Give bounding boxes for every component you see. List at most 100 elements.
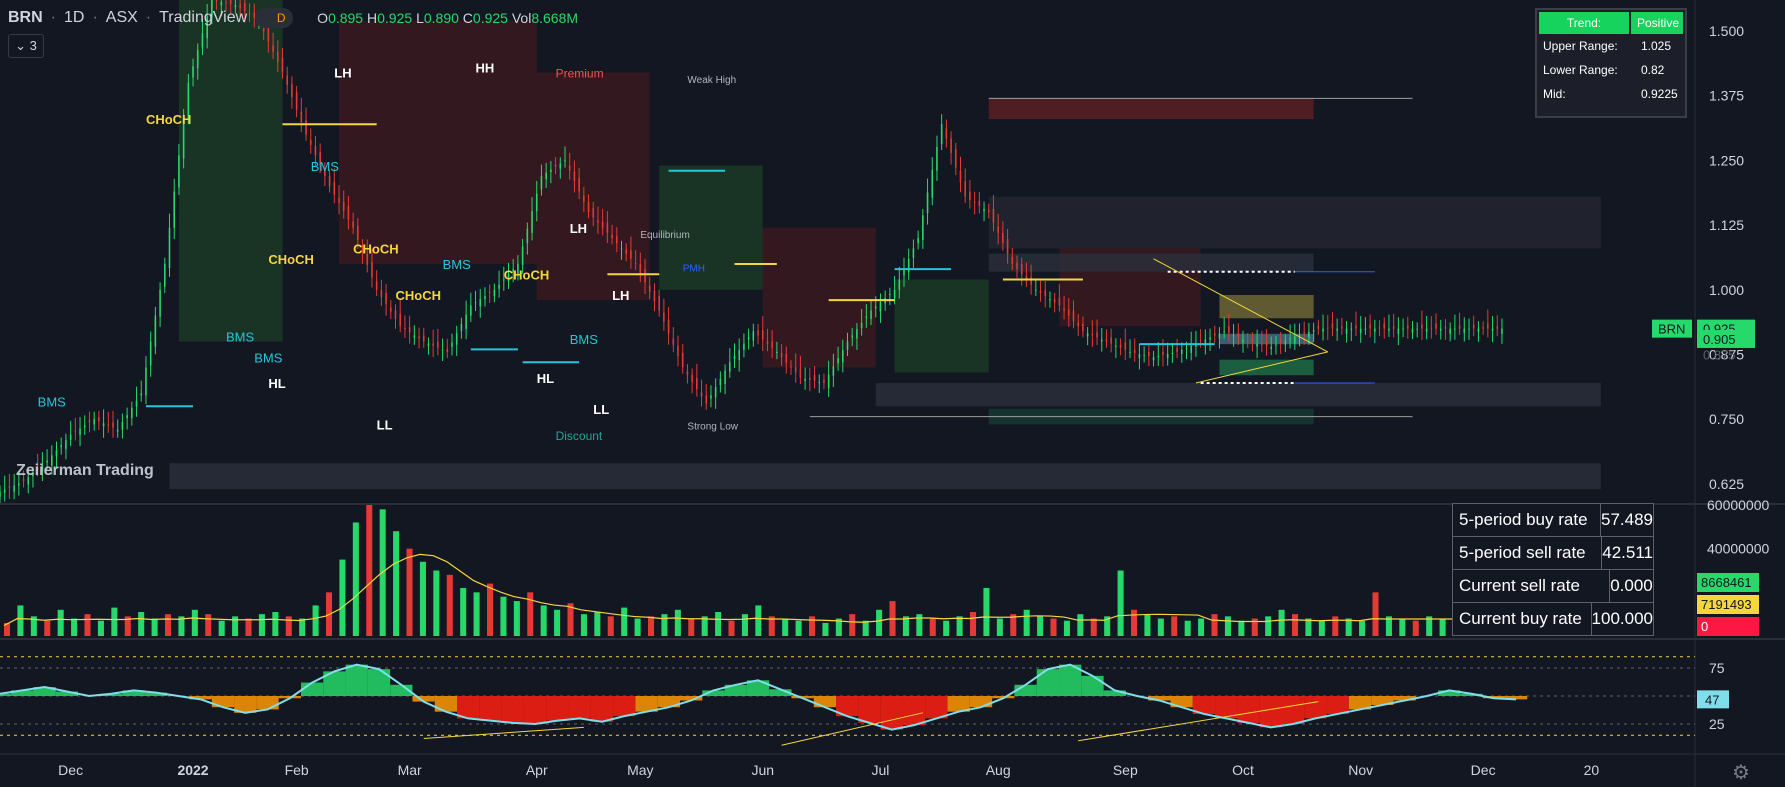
- candle-body: [672, 338, 675, 345]
- indicators-collapse-button[interactable]: ⌄ 3: [8, 34, 44, 58]
- candle-body: [1406, 325, 1409, 329]
- time-tick-label: Jul: [872, 762, 890, 778]
- candle-body: [1477, 328, 1480, 332]
- candle-body: [1110, 337, 1112, 344]
- candle-body: [394, 310, 397, 319]
- candle-body: [1458, 325, 1461, 329]
- chart-annotation: Strong Low: [687, 422, 738, 433]
- candle-body: [733, 356, 736, 360]
- candle-body: [404, 328, 406, 330]
- candle-body: [587, 201, 590, 213]
- candle-body: [554, 164, 557, 167]
- volume-bar: [661, 614, 668, 636]
- candle-body: [794, 367, 797, 373]
- candle-body: [65, 439, 67, 450]
- candle-body: [352, 221, 354, 228]
- candle-body: [432, 343, 434, 346]
- price-ghost-label: 0.875: [1703, 348, 1736, 363]
- candle-body: [620, 248, 623, 250]
- candle-body: [357, 225, 359, 241]
- candle-body: [88, 420, 91, 423]
- candle-body: [300, 111, 303, 123]
- candle-body: [18, 483, 20, 486]
- candle-body: [818, 381, 821, 383]
- candle-body: [1444, 326, 1447, 329]
- chart-canvas[interactable]: CHoCH BMS LH BMS CHoCH CHoCH BMS BMS HL CHoCH BMS L…: [0, 0, 1785, 787]
- candle-body: [474, 302, 477, 304]
- candle-body: [309, 139, 312, 145]
- volume-bar: [1332, 616, 1339, 636]
- candle-body: [1002, 232, 1004, 244]
- volume-bar: [688, 618, 695, 636]
- symbol-header[interactable]: BRN · 1D · ASX · TradingView D O0.895 H0…: [8, 8, 578, 28]
- candle-body: [1039, 290, 1042, 293]
- volume-bar: [165, 614, 172, 636]
- candle-body: [1058, 298, 1061, 306]
- candle-body: [780, 352, 783, 358]
- candle-body: [145, 367, 147, 396]
- symbol-name[interactable]: BRN: [8, 9, 43, 27]
- candle-body: [276, 51, 279, 63]
- volume-bar: [849, 614, 856, 636]
- settings-gear-icon[interactable]: ⚙: [1732, 760, 1750, 785]
- chart-annotation: BMS: [254, 350, 283, 365]
- candle-body: [347, 205, 350, 220]
- candle-body: [1082, 323, 1084, 332]
- candle-body: [225, 2, 227, 4]
- price-zone: [894, 279, 989, 373]
- oscillator-fill: [1036, 669, 1060, 696]
- candle-body: [846, 341, 849, 350]
- candle-body: [851, 335, 854, 338]
- candle-body: [714, 387, 717, 398]
- candle-body: [978, 200, 981, 206]
- candle-body: [168, 227, 171, 269]
- candle-body: [1138, 353, 1141, 359]
- oscillator-fill: [434, 696, 458, 712]
- candle-body: [13, 485, 15, 492]
- candle-body: [1336, 328, 1338, 331]
- volume-bar: [1198, 618, 1205, 636]
- candle-body: [107, 424, 110, 426]
- price-axis: 1.500 1.375 1.250 1.125 1.000 0.875 0.750 0.625…: [1652, 23, 1770, 732]
- volume-bar: [1117, 570, 1124, 636]
- candle-body: [1011, 256, 1014, 264]
- candle-body: [912, 248, 915, 258]
- candle-body: [1482, 327, 1484, 329]
- candle-body: [809, 377, 811, 380]
- candle-body: [1374, 328, 1376, 332]
- volume-bar: [71, 618, 78, 636]
- volume-bar: [138, 611, 145, 636]
- table-row: Current sell rate 0.000: [1453, 570, 1653, 603]
- candle-body: [291, 83, 293, 98]
- chart-annotation: Equilibrium: [640, 230, 689, 241]
- candle-body: [559, 163, 562, 169]
- candle-body: [874, 306, 877, 309]
- candle-body: [385, 292, 387, 305]
- candle-body: [149, 341, 152, 366]
- candle-body: [1105, 339, 1108, 342]
- session-badge[interactable]: D: [255, 8, 294, 28]
- candle-body: [677, 345, 679, 357]
- volume-bar: [57, 609, 64, 636]
- candle-body: [163, 263, 166, 287]
- oscillator-fill: [590, 696, 614, 722]
- candle-body: [771, 341, 773, 348]
- candle-body: [1317, 326, 1320, 329]
- volume-bar: [1184, 620, 1191, 636]
- volume-bar: [339, 559, 346, 636]
- candle-body: [969, 191, 971, 200]
- candle-body: [314, 145, 317, 156]
- candle-body: [1322, 328, 1324, 332]
- volume-bar: [44, 620, 51, 636]
- volume-bar: [433, 570, 440, 636]
- chart-annotation: Weak High: [687, 75, 736, 86]
- candle-body: [1218, 333, 1221, 339]
- candle-body: [140, 393, 143, 396]
- interval-label[interactable]: 1D: [64, 9, 84, 27]
- candle-body: [766, 341, 769, 344]
- candle-body: [705, 395, 708, 404]
- oscillator-fill: [1259, 696, 1282, 728]
- candle-body: [625, 249, 628, 254]
- volume-bar: [1131, 609, 1138, 636]
- candle-body: [936, 146, 938, 171]
